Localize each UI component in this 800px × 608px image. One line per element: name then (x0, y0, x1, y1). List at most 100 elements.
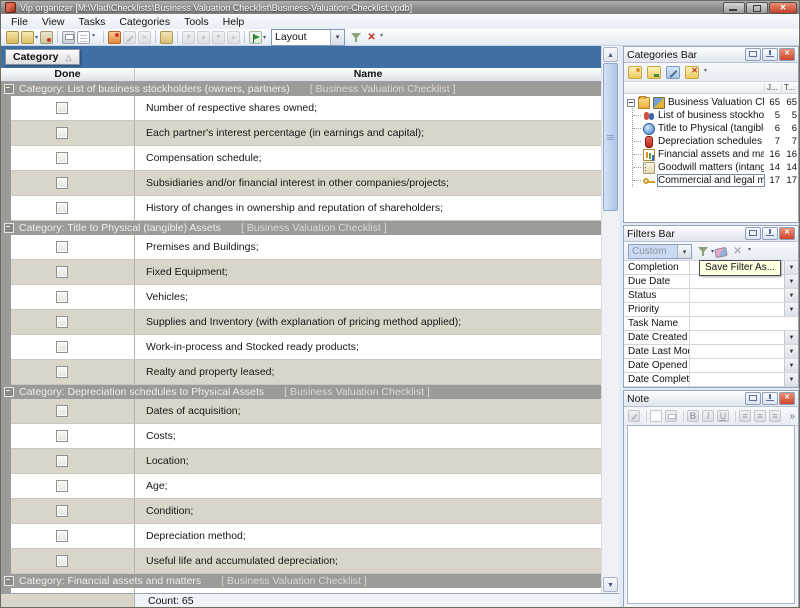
add-category-button[interactable] (628, 66, 642, 79)
filter-value-field[interactable] (690, 317, 798, 330)
category-group-header[interactable]: Category: Financial assets and matters[ … (1, 574, 601, 588)
task-row[interactable]: Compensation schedule; (11, 146, 601, 171)
print-preview-button[interactable] (76, 31, 91, 44)
menu-file[interactable]: File (4, 16, 35, 28)
filter-value-field[interactable] (690, 303, 784, 316)
collapse-group-icon[interactable] (4, 84, 14, 94)
note-pin-icon[interactable] (762, 392, 778, 405)
category-tree-item[interactable]: Commercial and legal matters1717 (624, 174, 798, 187)
filters-restore-button[interactable] (745, 227, 761, 240)
delete-filter-button[interactable] (731, 245, 744, 258)
menu-tasks[interactable]: Tasks (72, 16, 113, 28)
bullet-list-icon[interactable] (769, 410, 781, 422)
delete-task-button[interactable] (137, 31, 152, 44)
task-checkbox[interactable] (56, 505, 68, 517)
layout-combo[interactable]: Layout (271, 29, 345, 46)
task-checkbox[interactable] (56, 202, 68, 214)
category-group-header[interactable]: Category: Depreciation schedules to Phys… (1, 385, 601, 399)
save-database-button[interactable] (39, 31, 54, 44)
task-checkbox[interactable] (56, 152, 68, 164)
task-row[interactable]: Dates of acquisition; (11, 399, 601, 424)
filter-preset-combo[interactable]: Custom (628, 244, 692, 259)
filter-dropdown-button[interactable] (784, 261, 798, 274)
note-restore-button[interactable] (745, 392, 761, 405)
note-toolbar-overflow-icon[interactable]: » (789, 411, 795, 422)
category-group-header[interactable]: Category: Title to Physical (tangible) A… (1, 221, 601, 235)
task-checkbox[interactable] (56, 455, 68, 467)
task-checkbox[interactable] (56, 341, 68, 353)
layout-combo-dropdown-icon[interactable] (330, 30, 344, 45)
task-checkbox[interactable] (56, 266, 68, 278)
align-left-icon[interactable] (739, 410, 751, 422)
scrollbar-thumb[interactable] (603, 63, 618, 211)
task-row[interactable]: Useful life and accumulated depreciation… (11, 549, 601, 574)
filter-dropdown-button[interactable] (784, 331, 798, 344)
task-row[interactable]: Condition; (11, 499, 601, 524)
task-row[interactable]: Costs; (11, 424, 601, 449)
edit-category-button[interactable] (666, 66, 680, 79)
note-new-icon[interactable] (650, 410, 662, 422)
maximize-button[interactable] (746, 2, 768, 14)
menu-tools[interactable]: Tools (177, 16, 216, 28)
menu-help[interactable]: Help (216, 16, 252, 28)
task-row[interactable]: Age; (11, 474, 601, 499)
minimize-button[interactable] (723, 2, 745, 14)
categories-overflow-icon[interactable] (704, 66, 711, 79)
note-close-button[interactable] (779, 392, 795, 405)
tree-collapse-icon[interactable] (627, 99, 635, 107)
filter-preset-dropdown-icon[interactable] (677, 245, 691, 258)
filter-value-field[interactable] (690, 345, 784, 358)
delete-category-button[interactable] (685, 66, 699, 79)
category-group-header[interactable]: Category: List of business stockholders … (1, 82, 601, 96)
task-checkbox[interactable] (56, 316, 68, 328)
column-header-done[interactable]: Done (1, 68, 135, 81)
task-checkbox[interactable] (56, 430, 68, 442)
move-task-up-button[interactable] (196, 31, 211, 44)
filter-value-field[interactable] (690, 331, 784, 344)
bold-icon[interactable] (687, 410, 699, 422)
category-tree-item[interactable]: Goodwill matters (intangible assets)1414 (624, 161, 798, 174)
underline-icon[interactable] (717, 410, 729, 422)
collapse-group-icon[interactable] (4, 223, 14, 233)
task-row[interactable]: Realty and property leased; (11, 360, 601, 385)
filter-dropdown-button[interactable] (784, 373, 798, 386)
category-tree-item[interactable]: List of business stockholders (owners, p… (624, 109, 798, 122)
task-row[interactable]: Number of respective shares owned; (11, 96, 601, 121)
task-checkbox[interactable] (56, 555, 68, 567)
scroll-up-button[interactable] (603, 47, 618, 62)
task-row[interactable]: History of changes in ownership and repu… (11, 196, 601, 221)
collapse-groups-button[interactable] (226, 31, 241, 44)
task-checkbox[interactable] (56, 366, 68, 378)
new-database-button[interactable] (5, 31, 20, 44)
filters-overflow-icon[interactable] (748, 245, 755, 258)
category-tree-item[interactable]: Financial assets and matters1616 (624, 148, 798, 161)
task-checkbox[interactable] (56, 291, 68, 303)
categories-restore-button[interactable] (745, 48, 761, 61)
filter-value-field[interactable] (690, 289, 784, 302)
clear-filter-button[interactable] (364, 31, 379, 44)
align-center-icon[interactable] (754, 410, 766, 422)
task-checkbox[interactable] (56, 102, 68, 114)
note-text-area[interactable] (627, 425, 795, 604)
task-row[interactable]: Supplies and Inventory (with explanation… (11, 310, 601, 335)
expand-groups-button[interactable] (211, 31, 226, 44)
category-tree-item[interactable]: Depreciation schedules to Physical Asset… (624, 135, 798, 148)
filter-value-field[interactable] (690, 275, 784, 288)
filter-value-field[interactable] (690, 359, 784, 372)
task-row[interactable]: Fixed Equipment; (11, 260, 601, 285)
task-row[interactable]: Work-in-process and Stocked ready produc… (11, 335, 601, 360)
group-by-category-button[interactable]: Category (5, 49, 80, 65)
save-filter-as-button[interactable]: ▾ (696, 245, 715, 258)
menu-view[interactable]: View (35, 16, 72, 28)
collapse-group-icon[interactable] (4, 387, 14, 397)
note-edit-icon[interactable] (628, 410, 640, 422)
filter-dropdown-button[interactable] (784, 275, 798, 288)
filter-dropdown-button[interactable] (784, 359, 798, 372)
task-row[interactable]: Location; (11, 449, 601, 474)
categories-close-button[interactable] (779, 48, 795, 61)
scroll-down-button[interactable] (603, 577, 618, 592)
category-tree-item[interactable]: Business Valuation Checklist6565 (624, 96, 798, 109)
task-row[interactable]: Each partner's interest percentage (in e… (11, 121, 601, 146)
task-checkbox[interactable] (56, 241, 68, 253)
move-task-down-button[interactable] (181, 31, 196, 44)
